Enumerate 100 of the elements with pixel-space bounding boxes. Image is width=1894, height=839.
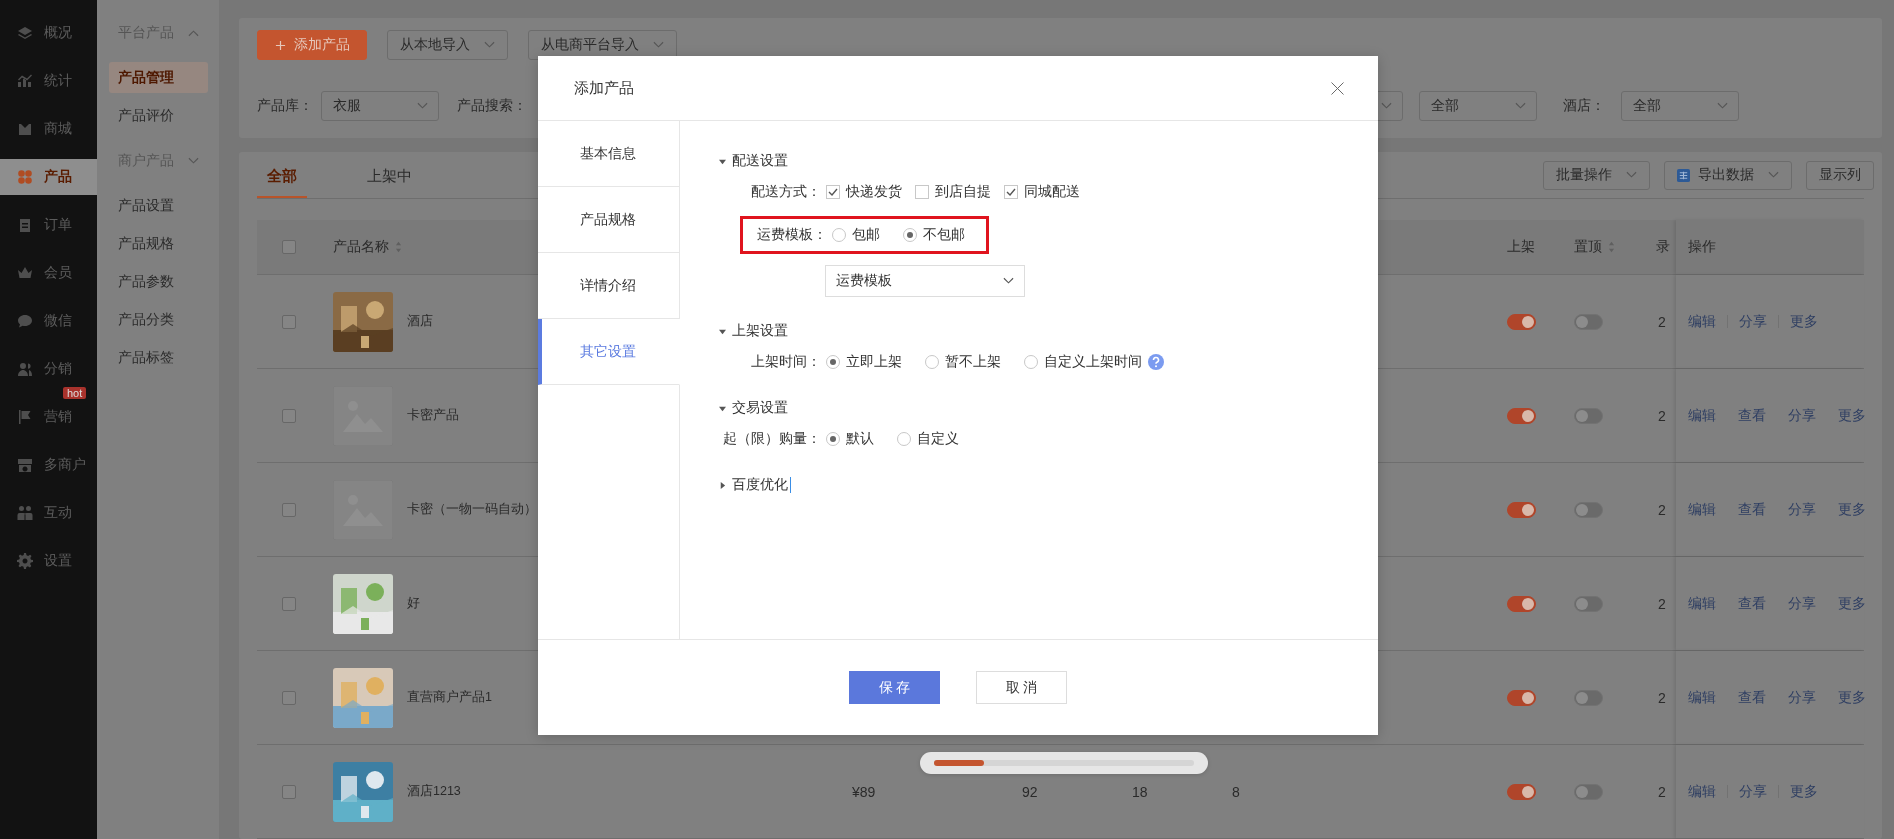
action-link[interactable]: 查看 [1738, 688, 1766, 707]
submenu-item[interactable]: 产品分类 [109, 304, 208, 335]
action-link[interactable]: 查看 [1738, 406, 1766, 425]
select-field[interactable]: 衣服 [321, 91, 439, 121]
nav-item[interactable]: 产品 [0, 159, 97, 195]
dropdown-button[interactable]: 批量操作 [1543, 160, 1650, 190]
action-link[interactable]: 编辑 [1688, 782, 1716, 801]
submenu-item[interactable]: 产品标签 [109, 342, 208, 373]
checkbox[interactable] [281, 314, 296, 329]
radio-option[interactable]: 包邮 [832, 226, 880, 244]
nav-item[interactable]: 营销 [0, 399, 97, 435]
checkbox[interactable] [281, 690, 296, 705]
action-link[interactable]: 分享 [1788, 688, 1816, 707]
nav-item[interactable]: 多商户 [0, 447, 97, 483]
action-link[interactable]: 查看 [1738, 594, 1766, 613]
action-link[interactable]: 更多 [1790, 782, 1818, 801]
submenu-item[interactable]: 产品参数 [109, 266, 208, 297]
caret-right-icon[interactable] [719, 481, 726, 489]
radio-option[interactable]: 立即上架 [826, 353, 902, 371]
section-title[interactable]: 交易设置 [732, 399, 788, 417]
action-link[interactable]: 查看 [1738, 500, 1766, 519]
save-button[interactable]: 保 存 [849, 671, 940, 704]
radio-option[interactable]: 自定义 [897, 430, 959, 448]
toggle-switch[interactable] [1507, 689, 1536, 706]
checkbox[interactable] [281, 596, 296, 611]
sort-icon[interactable] [395, 241, 402, 253]
radio-option[interactable]: 默认 [826, 430, 874, 448]
action-link[interactable]: 分享 [1788, 500, 1816, 519]
tab[interactable]: 全部 [257, 152, 307, 198]
toggle-switch[interactable] [1507, 595, 1536, 612]
action-link[interactable]: 编辑 [1688, 406, 1716, 425]
action-link[interactable]: 编辑 [1688, 688, 1716, 707]
submenu-item[interactable]: 产品管理 [109, 62, 208, 93]
help-icon[interactable] [1148, 354, 1164, 370]
checkbox[interactable] [281, 784, 296, 799]
dropdown-button[interactable]: 从本地导入 [387, 30, 508, 60]
radio-option[interactable]: 暂不上架 [925, 353, 1001, 371]
submenu-item[interactable]: 产品评价 [109, 100, 208, 131]
action-link[interactable]: 编辑 [1688, 500, 1716, 519]
action-link[interactable]: 更多 [1838, 406, 1866, 425]
select-field[interactable]: 全部 [1419, 91, 1537, 121]
nav-item[interactable]: 会员 [0, 255, 97, 291]
toggle-switch[interactable] [1574, 689, 1603, 706]
radio-option[interactable]: 不包邮 [903, 226, 965, 244]
section-title[interactable]: 上架设置 [732, 322, 788, 340]
action-link[interactable]: 更多 [1790, 312, 1818, 331]
cancel-button[interactable]: 取 消 [976, 671, 1067, 704]
nav-item[interactable]: 微信 [0, 303, 97, 339]
close-icon[interactable] [1330, 80, 1345, 96]
radio-option[interactable]: 自定义上架时间 [1024, 353, 1142, 371]
toggle-switch[interactable] [1507, 783, 1536, 800]
toggle-switch[interactable] [1507, 313, 1536, 330]
select-field[interactable]: 全部 [1621, 91, 1739, 121]
side-tab[interactable]: 产品规格 [538, 187, 680, 253]
toggle-switch[interactable] [1574, 783, 1603, 800]
toggle-switch[interactable] [1574, 407, 1603, 424]
action-link[interactable]: 分享 [1739, 782, 1767, 801]
nav-item[interactable]: 互动 [0, 495, 97, 531]
checkbox[interactable] [281, 502, 296, 517]
side-tab[interactable]: 基本信息 [538, 121, 680, 187]
side-tab[interactable]: 详情介绍 [538, 253, 680, 319]
action-link[interactable]: 分享 [1788, 406, 1816, 425]
action-link[interactable]: 编辑 [1688, 312, 1716, 331]
columns-button[interactable]: 显示列 [1806, 160, 1874, 190]
section-title[interactable]: 百度优化 [732, 476, 788, 494]
add-button[interactable]: 添加产品 [257, 30, 367, 60]
export-button[interactable]: 导出数据 [1664, 160, 1792, 190]
caret-down-icon[interactable] [719, 327, 726, 335]
action-link[interactable]: 编辑 [1688, 594, 1716, 613]
section-title[interactable]: 配送设置 [732, 152, 788, 170]
caret-down-icon[interactable] [719, 404, 726, 412]
action-link[interactable]: 分享 [1788, 594, 1816, 613]
checkbox[interactable] [281, 240, 296, 254]
nav-item[interactable]: 分销 [0, 351, 97, 387]
side-tab[interactable]: 其它设置 [538, 319, 680, 385]
nav-item[interactable]: 概况 [0, 15, 97, 51]
toggle-switch[interactable] [1574, 501, 1603, 518]
action-link[interactable]: 更多 [1838, 500, 1866, 519]
sort-icon[interactable] [1608, 241, 1615, 253]
action-link[interactable]: 更多 [1838, 688, 1866, 707]
toggle-switch[interactable] [1574, 595, 1603, 612]
submenu-item[interactable]: 产品规格 [109, 228, 208, 259]
action-link[interactable]: 更多 [1838, 594, 1866, 613]
toggle-switch[interactable] [1507, 407, 1536, 424]
action-link[interactable]: 分享 [1739, 312, 1767, 331]
toggle-switch[interactable] [1574, 313, 1603, 330]
nav-item[interactable]: 订单 [0, 207, 97, 243]
checkbox-option[interactable]: 同城配送 [1004, 183, 1080, 201]
submenu-item[interactable]: 产品设置 [109, 190, 208, 221]
tab[interactable]: 上架中 [367, 152, 412, 198]
nav-item[interactable]: 统计 [0, 63, 97, 99]
nav-item[interactable]: 商城 [0, 111, 97, 147]
checkbox-option[interactable]: 快递发货 [826, 183, 902, 201]
select-field[interactable]: 运费模板 [825, 265, 1025, 297]
checkbox-option[interactable]: 到店自提 [915, 183, 991, 201]
caret-down-icon[interactable] [719, 157, 726, 165]
nav-item[interactable]: 设置 [0, 543, 97, 579]
scrollbar[interactable] [920, 752, 1208, 774]
toggle-switch[interactable] [1507, 501, 1536, 518]
checkbox[interactable] [281, 408, 296, 423]
